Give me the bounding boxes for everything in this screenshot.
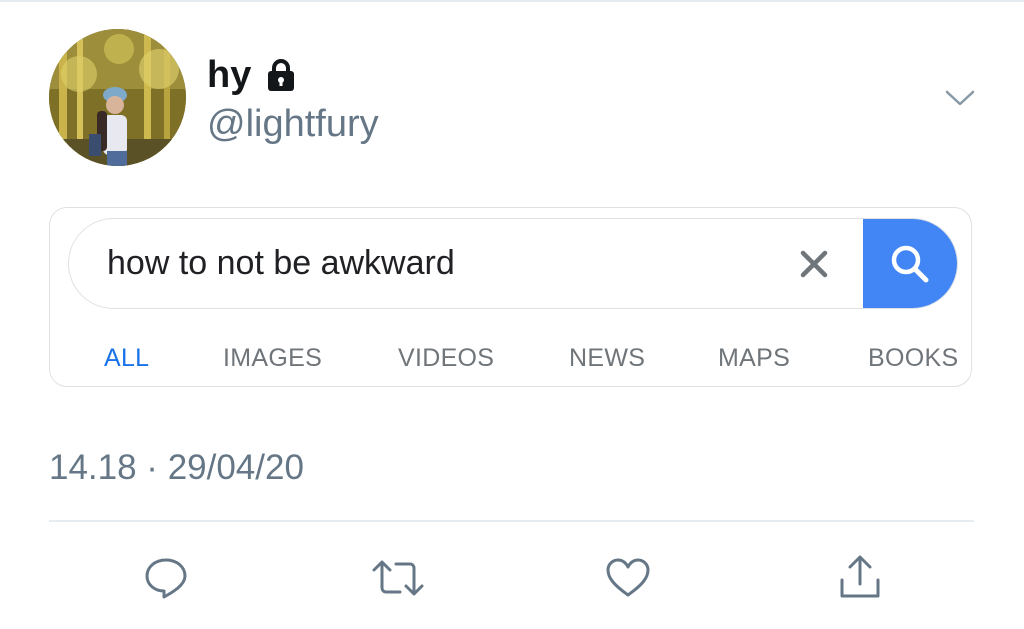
- tab-all[interactable]: ALL: [104, 338, 149, 378]
- search-button[interactable]: [863, 219, 957, 308]
- tweet-timestamp[interactable]: 14.18 · 29/04/20: [49, 446, 304, 490]
- chevron-down-icon[interactable]: [944, 86, 976, 110]
- tab-news[interactable]: NEWS: [569, 338, 645, 378]
- close-icon[interactable]: [797, 247, 831, 281]
- top-divider: [0, 0, 1024, 2]
- retweet-icon[interactable]: [370, 554, 424, 602]
- lock-icon: [263, 57, 299, 93]
- display-name[interactable]: hy: [207, 52, 251, 98]
- tab-books[interactable]: BOOKS: [868, 338, 958, 378]
- display-name-row: hy: [207, 52, 299, 98]
- avatar[interactable]: [49, 29, 186, 166]
- like-icon[interactable]: [604, 554, 652, 602]
- user-handle[interactable]: @lightfury: [207, 101, 379, 147]
- tab-videos[interactable]: VIDEOS: [398, 338, 494, 378]
- tab-images[interactable]: IMAGES: [223, 338, 322, 378]
- search-icon: [891, 245, 929, 282]
- reply-icon[interactable]: [142, 554, 190, 602]
- share-icon[interactable]: [836, 554, 884, 602]
- search-query[interactable]: how to not be awkward: [107, 219, 455, 308]
- actions-divider: [49, 520, 974, 522]
- search-input[interactable]: how to not be awkward: [68, 218, 958, 309]
- tab-maps[interactable]: MAPS: [718, 338, 790, 378]
- search-card: how to not be awkward ALL IMAGES VIDEOS …: [49, 207, 972, 387]
- search-tabs: ALL IMAGES VIDEOS NEWS MAPS BOOKS: [50, 338, 971, 378]
